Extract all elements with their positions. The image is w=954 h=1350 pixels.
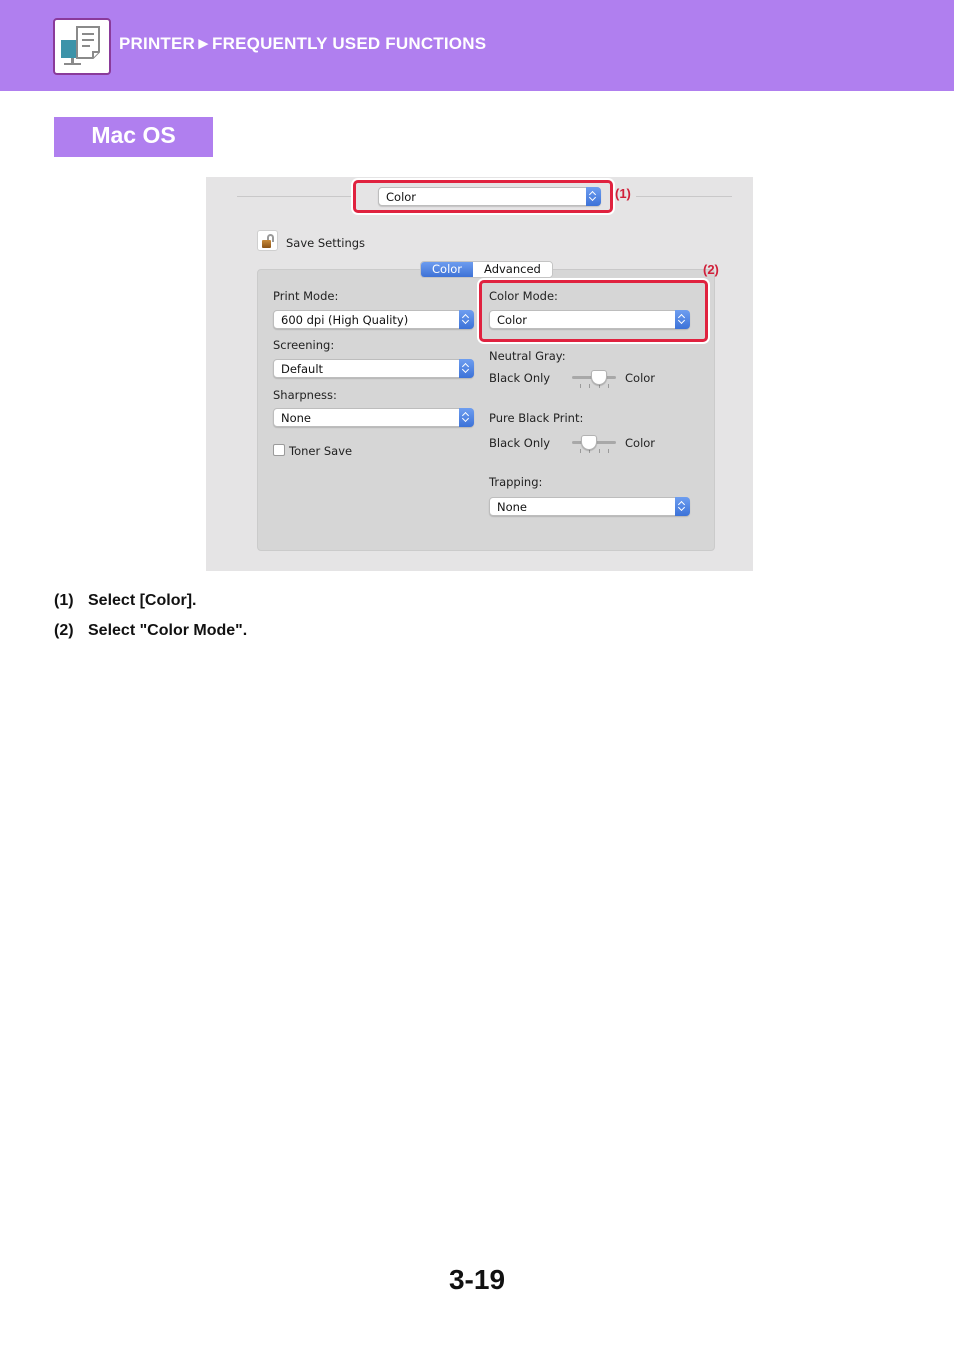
- tab-bar: Color Advanced: [420, 261, 553, 278]
- slider-tick: [608, 449, 609, 453]
- color-settings-dialog: Color (1) Save Settings Color Advanced (…: [206, 177, 753, 571]
- separator-line: [552, 269, 702, 270]
- page-header: PRINTER►FREQUENTLY USED FUNCTIONS: [0, 0, 954, 91]
- screening-value: Default: [281, 362, 324, 376]
- callout-1: (1): [615, 186, 631, 201]
- neutral-gray-min-label: Black Only: [489, 371, 551, 385]
- slider-tick: [608, 384, 609, 388]
- trapping-value: None: [497, 500, 528, 514]
- trapping-label: Trapping:: [489, 475, 543, 489]
- step-number: (2): [54, 622, 74, 639]
- screening-select[interactable]: Default: [273, 359, 474, 378]
- popup-stepper-icon: [459, 310, 474, 329]
- popup-stepper-icon: [459, 359, 474, 378]
- neutral-gray-slider[interactable]: [572, 369, 616, 389]
- popup-stepper-icon: [675, 497, 690, 516]
- slider-knob[interactable]: [581, 435, 597, 450]
- step-text: Select "Color Mode".: [88, 622, 248, 639]
- page-number: 3-19: [448, 1264, 506, 1295]
- pure-black-print-max-label: Color: [625, 436, 656, 450]
- header-title: PRINTER►FREQUENTLY USED FUNCTIONS: [119, 34, 487, 53]
- neutral-gray-label: Neutral Gray:: [489, 349, 566, 363]
- neutral-gray-max-label: Color: [625, 371, 656, 385]
- save-settings-label: Save Settings: [286, 236, 366, 250]
- print-mode-select[interactable]: 600 dpi (High Quality): [273, 310, 474, 329]
- separator-line: [636, 196, 732, 197]
- toner-save-checkbox[interactable]: [273, 444, 285, 456]
- separator-line: [237, 196, 353, 197]
- slider-tick: [580, 384, 581, 388]
- sharpness-label: Sharpness:: [273, 388, 337, 402]
- slider-tick: [599, 449, 600, 453]
- highlight-box-1: [353, 180, 613, 213]
- pure-black-print-label: Pure Black Print:: [489, 411, 584, 425]
- step-text: Select [Color].: [88, 592, 197, 609]
- sharpness-select[interactable]: None: [273, 408, 474, 427]
- step-number: (1): [54, 592, 74, 609]
- tab-advanced[interactable]: Advanced: [473, 262, 552, 277]
- pure-black-print-slider[interactable]: [572, 434, 616, 454]
- trapping-select[interactable]: None: [489, 497, 690, 516]
- slider-tick: [589, 384, 590, 388]
- sharpness-value: None: [281, 411, 312, 425]
- printer-document-icon: [53, 18, 111, 75]
- tab-color[interactable]: Color: [421, 262, 474, 277]
- pure-black-print-min-label: Black Only: [489, 436, 551, 450]
- print-mode-label: Print Mode:: [273, 289, 339, 303]
- section-tag: Mac OS: [54, 117, 213, 157]
- save-settings-lock-button[interactable]: [257, 230, 278, 251]
- slider-knob[interactable]: [591, 370, 607, 385]
- slider-tick: [580, 449, 581, 453]
- callout-2: (2): [703, 262, 719, 277]
- highlight-box-2: [479, 280, 708, 342]
- print-mode-value: 600 dpi (High Quality): [281, 313, 409, 327]
- toner-save-label: Toner Save: [289, 444, 353, 458]
- popup-stepper-icon: [459, 408, 474, 427]
- screening-label: Screening:: [273, 338, 335, 352]
